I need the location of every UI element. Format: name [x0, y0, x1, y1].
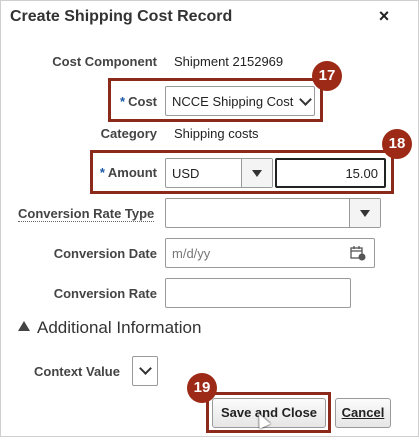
- context-value-label: Context Value: [34, 364, 120, 379]
- callout-badge-18: 18: [382, 129, 412, 159]
- category-value: Shipping costs: [174, 126, 259, 141]
- dialog-title: Create Shipping Cost Record: [10, 8, 233, 25]
- callout-highlight-cost: [108, 78, 323, 122]
- conversion-date-input[interactable]: m/d/yy: [165, 238, 375, 268]
- cost-component-value: Shipment 2152969: [174, 54, 284, 69]
- create-shipping-cost-dialog: Create Shipping Cost Record × Cost Compo…: [0, 0, 419, 437]
- cost-component-label: Cost Component: [52, 54, 157, 69]
- conversion-rate-input[interactable]: [165, 278, 351, 308]
- collapse-triangle-icon[interactable]: [18, 321, 30, 331]
- conversion-date-placeholder: m/d/yy: [172, 246, 211, 261]
- caret-down-icon: [360, 210, 370, 217]
- conversion-rate-type-dropdown-button[interactable]: [349, 199, 380, 227]
- conversion-rate-label: Conversion Rate: [53, 286, 157, 301]
- calendar-icon[interactable]: [350, 245, 366, 261]
- callout-highlight-amount: [90, 150, 394, 194]
- additional-information-heading[interactable]: Additional Information: [37, 318, 201, 338]
- chevron-down-icon: [139, 362, 152, 375]
- close-icon[interactable]: ×: [373, 5, 395, 27]
- cancel-button[interactable]: Cancel: [335, 398, 391, 428]
- category-label: Category: [100, 126, 157, 141]
- conversion-rate-type-label: Conversion Rate Type: [18, 206, 155, 222]
- conversion-date-label: Conversion Date: [53, 246, 157, 261]
- context-value-select[interactable]: [132, 356, 158, 386]
- conversion-rate-type-select[interactable]: [165, 198, 381, 228]
- callout-badge-17: 17: [312, 61, 342, 91]
